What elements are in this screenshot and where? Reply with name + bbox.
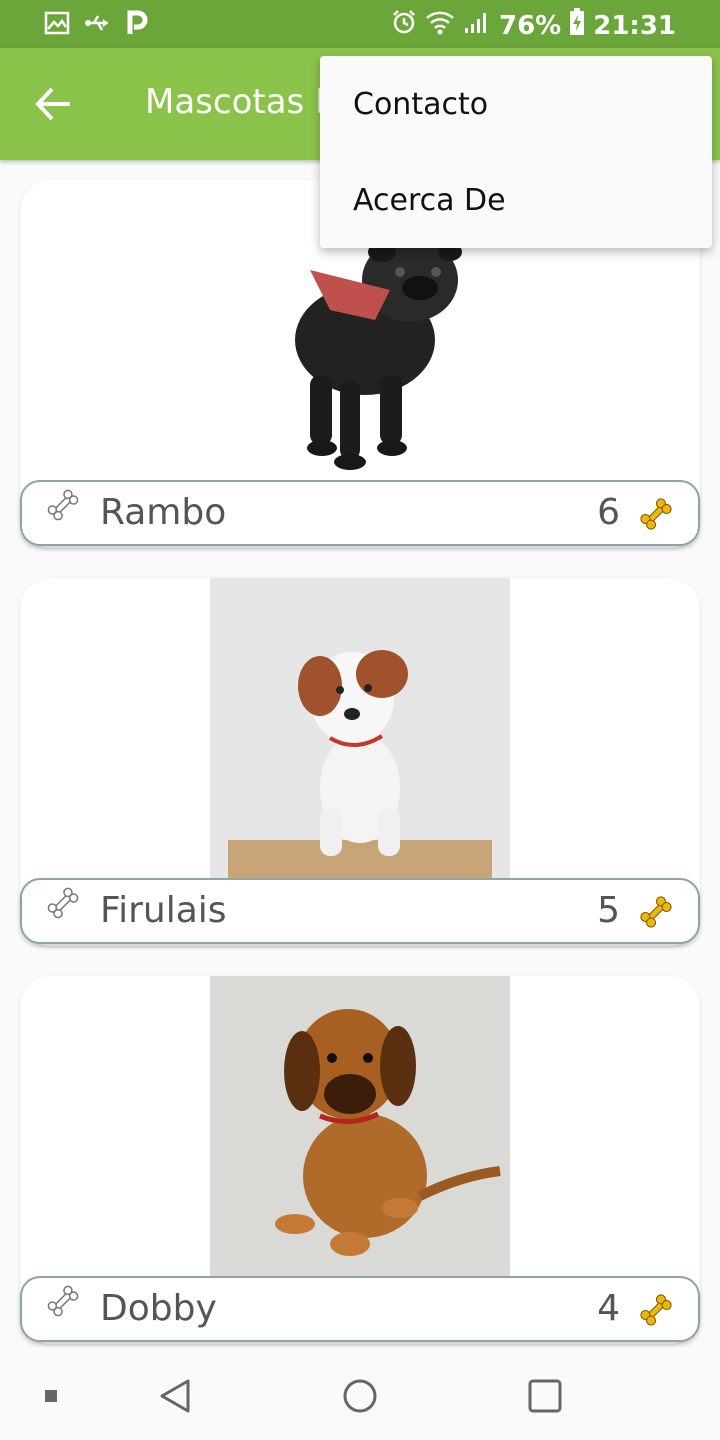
back-button[interactable] [30, 82, 82, 126]
battery-percent: 76% [499, 10, 562, 41]
bone-filled-icon [638, 1292, 674, 1328]
recents-square-icon[interactable] [527, 1378, 563, 1418]
bone-filled-icon [638, 496, 674, 532]
status-left-icons [44, 10, 148, 40]
status-right-icons: 76% 21:31 [391, 8, 676, 43]
parking-app-icon [126, 10, 148, 40]
bone-filled-icon [638, 894, 674, 930]
battery-charging-icon [569, 8, 585, 43]
wifi-icon [425, 9, 455, 42]
home-circle-icon[interactable] [342, 1378, 378, 1418]
pet-name: Firulais [100, 890, 227, 931]
pet-list[interactable]: Rambo 6 Firulais 5 Dobby 4 [0, 160, 720, 1350]
alarm-icon [391, 9, 417, 42]
image-icon [44, 11, 70, 39]
overflow-menu: Contacto Acerca De [320, 56, 712, 248]
pet-card-footer: Dobby 4 [20, 1276, 700, 1342]
pet-rating: 4 [597, 1288, 620, 1329]
pet-rating: 6 [597, 492, 620, 533]
signal-icon [463, 9, 491, 42]
status-bar: 76% 21:31 [0, 0, 720, 48]
menu-item-contacto[interactable]: Contacto [320, 56, 712, 152]
pet-name: Dobby [100, 1288, 217, 1329]
pet-name: Rambo [100, 492, 227, 533]
pet-card-footer: Firulais 5 [20, 878, 700, 944]
navigation-bar [0, 1350, 720, 1440]
pet-photo [210, 976, 510, 1276]
pet-rating: 5 [597, 890, 620, 931]
pet-card-footer: Rambo 6 [20, 480, 700, 546]
pet-card[interactable]: Firulais 5 [20, 578, 700, 946]
square-small-icon[interactable] [44, 1388, 58, 1407]
menu-item-acerca-de[interactable]: Acerca De [320, 152, 712, 248]
status-time: 21:31 [593, 10, 676, 41]
bone-outline-icon[interactable] [46, 1284, 80, 1318]
arrow-left-icon [35, 87, 70, 121]
usb-icon [84, 11, 112, 39]
pet-card[interactable]: Dobby 4 [20, 976, 700, 1344]
back-triangle-icon[interactable] [158, 1378, 192, 1418]
pet-photo [210, 578, 510, 878]
bone-outline-icon[interactable] [46, 488, 80, 522]
bone-outline-icon[interactable] [46, 886, 80, 920]
